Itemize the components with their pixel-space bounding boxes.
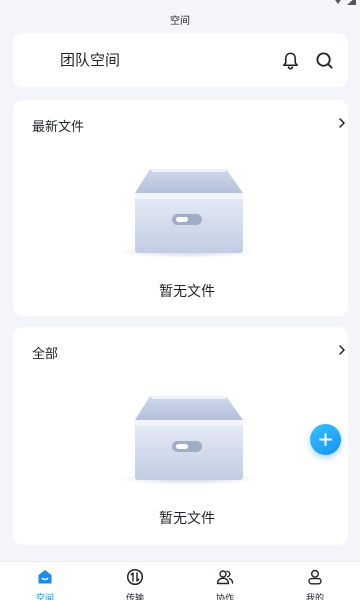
user-icon <box>308 569 322 585</box>
tab-mine[interactable]: 我的 <box>270 562 360 600</box>
tab-transfer[interactable]: 传输 <box>90 562 180 600</box>
all-files-card: 全部 暂无文件 <box>13 327 348 545</box>
tab-collaborate[interactable]: 协作 <box>180 562 270 600</box>
search-icon[interactable] <box>315 51 334 70</box>
transfer-icon <box>126 568 144 586</box>
plus-icon <box>319 433 332 446</box>
home-icon <box>38 570 52 584</box>
signal-icon <box>347 0 356 5</box>
empty-box-illustration <box>118 396 258 485</box>
add-button[interactable] <box>310 424 341 455</box>
team-space-title: 团队空间 <box>60 51 121 69</box>
empty-box-illustration <box>118 169 258 258</box>
empty-state-text: 暂无文件 <box>159 284 215 300</box>
tab-label: 传输 <box>125 594 144 600</box>
recent-files-title: 最新文件 <box>32 120 85 135</box>
team-icon <box>216 570 234 585</box>
empty-state-text: 暂无文件 <box>159 511 215 527</box>
page-title: 空间 <box>170 16 190 27</box>
header-card: 团队空间 <box>13 33 348 87</box>
all-files-title: 全部 <box>32 347 59 362</box>
recent-files-card: 最新文件 暂无文件 <box>13 100 348 316</box>
chevron-right-icon[interactable] <box>338 118 346 128</box>
bell-icon[interactable] <box>281 51 300 70</box>
bottom-tab-bar: 空间 传输 协作 我的 <box>0 561 360 600</box>
tab-label: 协作 <box>215 594 234 600</box>
tab-label: 我的 <box>305 594 324 600</box>
status-bar <box>0 0 360 10</box>
wifi-icon <box>335 0 341 4</box>
tab-label: 空间 <box>35 594 54 600</box>
chevron-right-icon[interactable] <box>338 345 346 355</box>
app-screen: 空间 团队空间 最新文件 暂无文件 全部 暂无文件 空间 传输 协作 我的 <box>0 0 360 600</box>
tab-space[interactable]: 空间 <box>0 562 90 600</box>
status-icons <box>333 0 356 5</box>
